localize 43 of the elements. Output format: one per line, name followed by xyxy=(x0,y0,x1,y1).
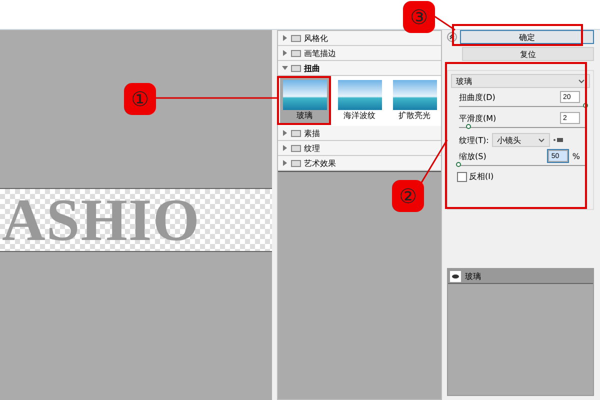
expand-arrow-icon[interactable] xyxy=(282,65,288,71)
expand-arrow-icon[interactable] xyxy=(282,145,288,151)
step-marker: ② xyxy=(392,180,424,212)
filter-thumbnail[interactable]: 玻璃 xyxy=(280,78,329,123)
photo-placeholder xyxy=(392,80,436,110)
ok-button[interactable]: 确定 xyxy=(460,30,594,44)
param-label: 纹理(T): xyxy=(459,134,489,146)
slider-thumb[interactable] xyxy=(456,162,461,167)
unit-label: % xyxy=(572,152,580,160)
checkbox[interactable] xyxy=(457,172,467,182)
menu-icon[interactable] xyxy=(552,137,563,143)
filter-dropdown[interactable]: 玻璃 xyxy=(451,74,590,88)
chevron-down-icon xyxy=(578,78,585,84)
filter-thumbnail[interactable]: 扩散亮光 xyxy=(390,78,439,123)
filter-thumbnail[interactable]: 海洋波纹 xyxy=(335,78,384,123)
filter-category[interactable]: 素描 xyxy=(278,126,441,141)
leader-line xyxy=(434,15,456,31)
preview-text: ASHIO xyxy=(2,190,200,250)
layer-label[interactable]: 玻璃 xyxy=(465,270,481,282)
reset-button[interactable]: 复位 xyxy=(462,47,594,61)
eye-icon[interactable] xyxy=(450,270,461,282)
param-label: 扭曲度(D) xyxy=(459,92,496,102)
param-label: 缩放(S) xyxy=(459,150,486,162)
chevron-down-icon xyxy=(538,138,545,142)
filter-category[interactable]: 扭曲 xyxy=(278,61,441,76)
texture-dropdown[interactable]: 小镜头 xyxy=(492,133,550,147)
filter-category[interactable]: 风格化 xyxy=(278,31,441,46)
highlight-frame xyxy=(277,76,331,125)
expand-arrow-icon[interactable] xyxy=(282,35,288,41)
photo-placeholder xyxy=(282,80,326,110)
checkbox-label: 反相(I) xyxy=(469,171,494,182)
filter-category[interactable]: 纹理 xyxy=(278,141,441,156)
filter-category[interactable]: 画笔描边 xyxy=(278,46,441,61)
expand-arrow-icon[interactable] xyxy=(282,130,288,136)
photo-placeholder xyxy=(338,80,382,110)
step-marker: ① xyxy=(124,83,156,115)
expand-arrow-icon[interactable] xyxy=(282,50,288,56)
param-label: 平滑度(M) xyxy=(459,112,496,124)
leader-line xyxy=(419,140,448,186)
step-marker: ③ xyxy=(403,1,435,33)
slider-thumb[interactable] xyxy=(466,124,472,129)
expand-arrow-icon[interactable] xyxy=(282,160,288,166)
filter-category[interactable]: 艺术效果 xyxy=(278,156,441,171)
